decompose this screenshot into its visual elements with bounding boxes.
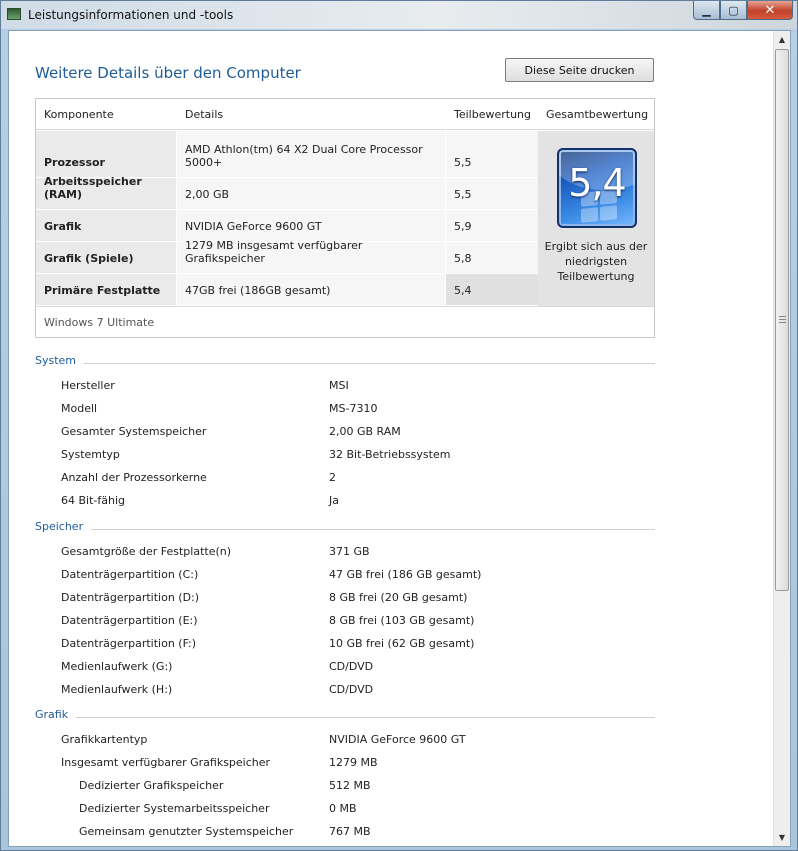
- property-label: Gemeinsam genutzter Systemspeicher: [79, 825, 294, 838]
- column-header-component: Komponente: [44, 108, 114, 121]
- property-label: Anzahl der Prozessorkerne: [61, 471, 207, 484]
- property-label: Gesamter Systemspeicher: [61, 425, 207, 438]
- property-value: 8 GB frei (20 GB gesamt): [329, 591, 468, 604]
- property-label: Modell: [61, 402, 98, 415]
- rating-row-gaming-graphics: Grafik (Spiele) 1279 MB insgesamt verfüg…: [36, 239, 538, 274]
- section-title: System: [35, 354, 85, 367]
- rating-table: Komponente Details Teilbewertung Gesamtb…: [35, 98, 655, 338]
- property-label: Gesamtgröße der Festplatte(n): [61, 545, 232, 558]
- property-value: MSI: [329, 379, 349, 392]
- component-name: Grafik: [44, 220, 82, 233]
- section-divider: [35, 363, 655, 364]
- component-details: 2,00 GB: [185, 188, 230, 201]
- property-label: Datenträgerpartition (D:): [61, 591, 200, 604]
- property-value: NVIDIA GeForce 9600 GT: [329, 733, 466, 746]
- property-label: Datenträgerpartition (E:): [61, 614, 198, 627]
- component-subscore: 5,5: [454, 188, 472, 201]
- window-title: Leistungsinformationen und -tools: [28, 8, 234, 22]
- property-label: Systemtyp: [61, 448, 120, 461]
- section-title: Speicher: [35, 520, 92, 533]
- column-header-details: Details: [185, 108, 224, 121]
- property-label: Dedizierter Grafikspeicher: [79, 779, 224, 792]
- scrollbar-thumb[interactable]: [775, 49, 789, 591]
- property-label: Insgesamt verfügbarer Grafikspeicher: [61, 756, 271, 769]
- property-value: 10 GB frei (62 GB gesamt): [329, 637, 475, 650]
- property-value: 767 MB: [329, 825, 371, 838]
- section-divider: [35, 529, 655, 530]
- column-header-subscore: Teilbewertung: [454, 108, 532, 121]
- close-button[interactable]: ✕: [747, 1, 793, 20]
- property-value: CD/DVD: [329, 660, 374, 673]
- property-label: Dedizierter Systemarbeitsspeicher: [79, 802, 270, 815]
- property-value: 2,00 GB RAM: [329, 425, 401, 438]
- rating-row-processor: Prozessor AMD Athlon(tm) 64 X2 Dual Core…: [36, 131, 538, 178]
- component-subscore: 5,9: [454, 220, 472, 233]
- component-name: Primäre Festplatte: [44, 284, 161, 297]
- base-score-badge: 5,4: [557, 148, 637, 228]
- content-area: Weitere Details über den Computer Diese …: [8, 30, 791, 847]
- property-label: Medienlaufwerk (G:): [61, 660, 173, 673]
- section-divider: [35, 717, 655, 718]
- property-value: 371 GB: [329, 545, 370, 558]
- property-label: Medienlaufwerk (H:): [61, 683, 173, 696]
- component-subscore: 5,4: [454, 284, 472, 297]
- component-details: 1279 MB insgesamt verfügbarer Grafikspei…: [185, 239, 363, 265]
- property-value: Ja: [329, 494, 339, 507]
- base-score-panel: 5,4 Ergibt sich aus der niedrigsten Teil…: [538, 131, 654, 306]
- property-value: CD/DVD: [329, 683, 374, 696]
- component-details: 47GB frei (186GB gesamt): [185, 284, 331, 297]
- property-value: 32 Bit-Betriebssystem: [329, 448, 451, 461]
- page-title: Weitere Details über den Computer: [35, 64, 301, 82]
- window-controls: ▁ ▢ ✕: [693, 1, 793, 20]
- property-value: MS-7310: [329, 402, 378, 415]
- component-details: NVIDIA GeForce 9600 GT: [185, 220, 322, 233]
- print-page-button[interactable]: Diese Seite drucken: [505, 58, 654, 82]
- component-subscore: 5,5: [454, 156, 472, 169]
- component-name: Grafik (Spiele): [44, 252, 134, 265]
- section-title: Grafik: [35, 708, 77, 721]
- property-label: Grafikkartentyp: [61, 733, 148, 746]
- property-label: Datenträgerpartition (C:): [61, 568, 199, 581]
- component-name: Arbeitsspeicher (RAM): [44, 175, 142, 201]
- app-icon: [7, 8, 21, 20]
- property-label: Datenträgerpartition (F:): [61, 637, 197, 650]
- scroll-down-arrow-icon[interactable]: ▼: [774, 829, 790, 846]
- property-value: 1279 MB: [329, 756, 378, 769]
- rating-table-header: Komponente Details Teilbewertung Gesamtb…: [36, 99, 654, 130]
- component-name: Prozessor: [44, 156, 105, 169]
- property-label: Hersteller: [61, 379, 115, 392]
- scroll-up-arrow-icon[interactable]: ▲: [774, 31, 790, 48]
- rating-row-graphics: Grafik NVIDIA GeForce 9600 GT 5,9: [36, 210, 538, 242]
- rating-row-primary-disk: Primäre Festplatte 47GB frei (186GB gesa…: [36, 274, 538, 306]
- windows-edition: Windows 7 Ultimate: [44, 316, 155, 329]
- property-value: 47 GB frei (186 GB gesamt): [329, 568, 482, 581]
- title-bar[interactable]: Leistungsinformationen und -tools ▁ ▢ ✕: [1, 1, 797, 29]
- minimize-button[interactable]: ▁: [693, 1, 720, 20]
- window: Leistungsinformationen und -tools ▁ ▢ ✕ …: [0, 0, 798, 851]
- vertical-scrollbar[interactable]: ▲ ▼: [773, 31, 790, 846]
- rating-row-memory: Arbeitsspeicher (RAM) 2,00 GB 5,5: [36, 175, 538, 210]
- component-details: AMD Athlon(tm) 64 X2 Dual Core Processor…: [185, 143, 423, 169]
- base-score-value: 5,4: [568, 161, 626, 205]
- property-value: 8 GB frei (103 GB gesamt): [329, 614, 475, 627]
- property-value: 0 MB: [329, 802, 357, 815]
- property-value: 2: [329, 471, 336, 484]
- column-header-base-score: Gesamtbewertung: [546, 108, 649, 121]
- component-subscore: 5,8: [454, 252, 472, 265]
- base-score-description: Ergibt sich aus der niedrigsten Teilbewe…: [544, 240, 648, 283]
- property-value: 512 MB: [329, 779, 371, 792]
- maximize-button[interactable]: ▢: [720, 1, 747, 20]
- property-label: 64 Bit-fähig: [61, 494, 126, 507]
